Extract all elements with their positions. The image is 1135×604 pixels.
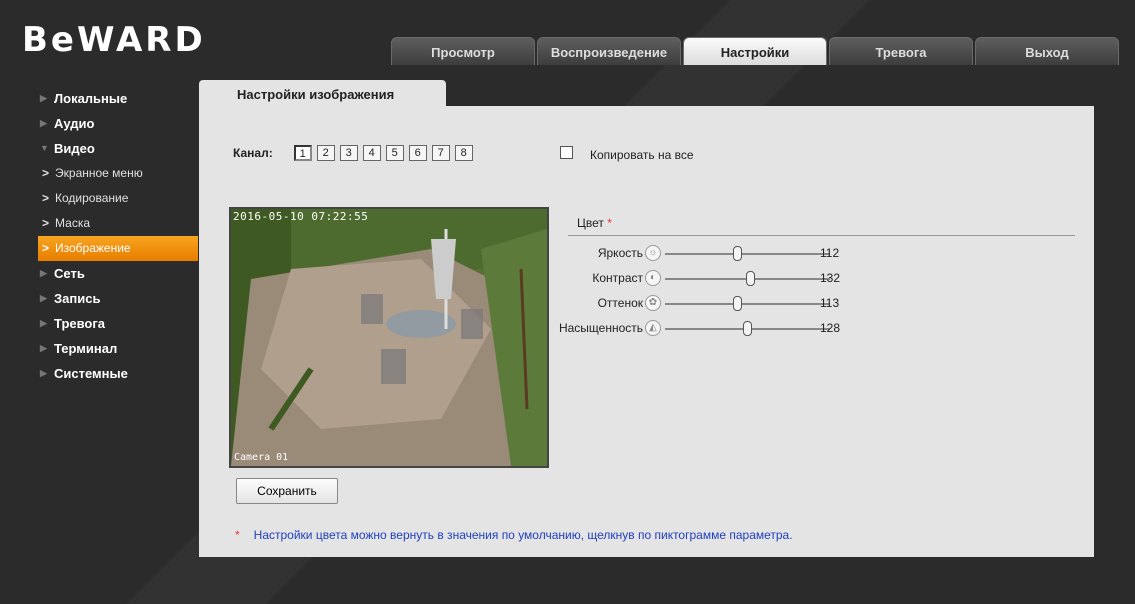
triangle-right-icon: ▶: [40, 368, 47, 378]
slider-label: Насыщенность: [558, 321, 643, 335]
color-title-text: Цвет: [577, 216, 604, 230]
save-button[interactable]: Сохранить: [236, 478, 338, 504]
slider-track[interactable]: [665, 246, 830, 261]
tab-playback[interactable]: Воспроизведение: [537, 37, 681, 65]
channel-button-6[interactable]: 6: [408, 145, 427, 161]
channel-button-2[interactable]: 2: [316, 145, 335, 161]
video-timestamp: 2016-05-10 07:22:55: [233, 210, 369, 223]
slider-value: 128: [820, 321, 841, 335]
tab-alarm[interactable]: Тревога: [829, 37, 973, 65]
note-star: *: [235, 528, 240, 542]
slider-label: Оттенок: [597, 296, 643, 310]
slider-track[interactable]: [665, 271, 830, 286]
sidebar-item-label: Сеть: [54, 266, 85, 281]
required-star: *: [607, 216, 612, 230]
channel-button-7[interactable]: 7: [431, 145, 450, 161]
tab-settings[interactable]: Настройки: [683, 37, 827, 65]
sidebar-item-label: Видео: [54, 141, 95, 156]
sidebar-item-label: Тревога: [54, 316, 106, 331]
sidebar-subitem-label: Экранное меню: [55, 166, 143, 180]
channel-button-1[interactable]: 1: [293, 145, 312, 161]
sidebar-subitem-label: Изображение: [55, 241, 131, 255]
sidebar-item-label: Запись: [54, 291, 101, 306]
slider-value: 112: [820, 246, 840, 260]
slider-hue: Оттенок ✿ 113: [565, 295, 865, 313]
beward-logo: BeWARD: [22, 20, 206, 60]
video-camera-label: Camera 01: [234, 452, 289, 463]
slider-label: Яркость: [597, 246, 643, 260]
contrast-icon[interactable]: ◐: [645, 270, 661, 286]
slider-saturation: Насыщенность ◭ 128: [559, 320, 865, 338]
triangle-right-icon: ▶: [40, 268, 47, 278]
channel-label: Канал:: [233, 146, 273, 160]
sidebar-subitem-label: Кодирование: [55, 191, 129, 205]
top-nav-tabs: Просмотр Воспроизведение Настройки Трево…: [391, 37, 1119, 65]
slider-thumb[interactable]: [742, 321, 752, 336]
slider-thumb[interactable]: [732, 296, 742, 311]
panel-tab-image-settings: Настройки изображения: [199, 80, 446, 107]
hue-icon[interactable]: ✿: [645, 295, 661, 311]
slider-track[interactable]: [665, 321, 830, 336]
triangle-right-icon: ▶: [40, 293, 47, 303]
channel-selector: Канал: 1 2 3 4 5 6 7 8: [233, 145, 478, 161]
sidebar-item-system[interactable]: ▶ Системные: [40, 361, 198, 386]
slider-brightness: Яркость ☼ 112: [565, 245, 865, 263]
copy-to-all-label: Копировать на все: [590, 148, 694, 162]
chevron-right-icon: >: [42, 241, 50, 255]
sidebar-item-label: Аудио: [54, 116, 95, 131]
channel-button-3[interactable]: 3: [339, 145, 358, 161]
slider-track[interactable]: [665, 296, 830, 311]
slider-thumb[interactable]: [745, 271, 755, 286]
color-reset-note: * Настройки цвета можно вернуть в значени…: [235, 528, 793, 542]
triangle-right-icon: ▶: [40, 343, 47, 353]
tab-exit[interactable]: Выход: [975, 37, 1119, 65]
chevron-right-icon: >: [42, 191, 50, 205]
slider-value: 132: [820, 271, 841, 285]
note-text: Настройки цвета можно вернуть в значения…: [253, 528, 793, 542]
sidebar: ▶ Локальные ▶ Аудио ▼ Видео > Экранное меню …: [38, 86, 198, 386]
sidebar-item-audio[interactable]: ▶ Аудио: [40, 111, 198, 136]
sidebar-item-network[interactable]: ▶ Сеть: [40, 261, 198, 286]
sidebar-item-local[interactable]: ▶ Локальные: [40, 86, 198, 111]
triangle-right-icon: ▶: [40, 93, 47, 103]
color-section-divider: [568, 235, 1075, 236]
triangle-right-icon: ▶: [40, 318, 47, 328]
sidebar-item-label: Терминал: [54, 341, 118, 356]
slider-label: Контраст: [592, 271, 643, 285]
slider-contrast: Контраст ◐ 132: [565, 270, 865, 288]
sidebar-subitem-label: Маска: [55, 216, 91, 230]
copy-to-all-checkbox[interactable]: [560, 146, 573, 159]
channel-button-5[interactable]: 5: [385, 145, 404, 161]
tab-view[interactable]: Просмотр: [391, 37, 535, 65]
slider-thumb[interactable]: [732, 246, 742, 261]
sidebar-item-terminal[interactable]: ▶ Терминал: [40, 336, 198, 361]
chevron-right-icon: >: [42, 216, 50, 230]
sidebar-subitem-image[interactable]: > Изображение: [38, 236, 198, 261]
triangle-right-icon: ▶: [40, 118, 47, 128]
sidebar-item-record[interactable]: ▶ Запись: [40, 286, 198, 311]
video-scene: [231, 209, 547, 466]
brightness-icon[interactable]: ☼: [645, 245, 661, 261]
sidebar-item-label: Системные: [54, 366, 128, 381]
video-preview: 2016-05-10 07:22:55 Camera 01: [229, 207, 549, 468]
sidebar-subitem-encoding[interactable]: > Кодирование: [40, 186, 198, 211]
saturation-icon[interactable]: ◭: [645, 320, 661, 336]
sidebar-subitem-mask[interactable]: > Маска: [40, 211, 198, 236]
triangle-down-icon: ▼: [40, 143, 49, 153]
sidebar-item-alarm[interactable]: ▶ Тревога: [40, 311, 198, 336]
sidebar-item-label: Локальные: [54, 91, 128, 106]
chevron-right-icon: >: [42, 166, 50, 180]
sidebar-subitem-osd[interactable]: > Экранное меню: [40, 161, 198, 186]
channel-button-4[interactable]: 4: [362, 145, 381, 161]
channel-button-8[interactable]: 8: [454, 145, 473, 161]
slider-value: 113: [820, 296, 840, 310]
color-section-title: Цвет *: [577, 216, 612, 230]
sidebar-item-video[interactable]: ▼ Видео: [40, 136, 198, 161]
